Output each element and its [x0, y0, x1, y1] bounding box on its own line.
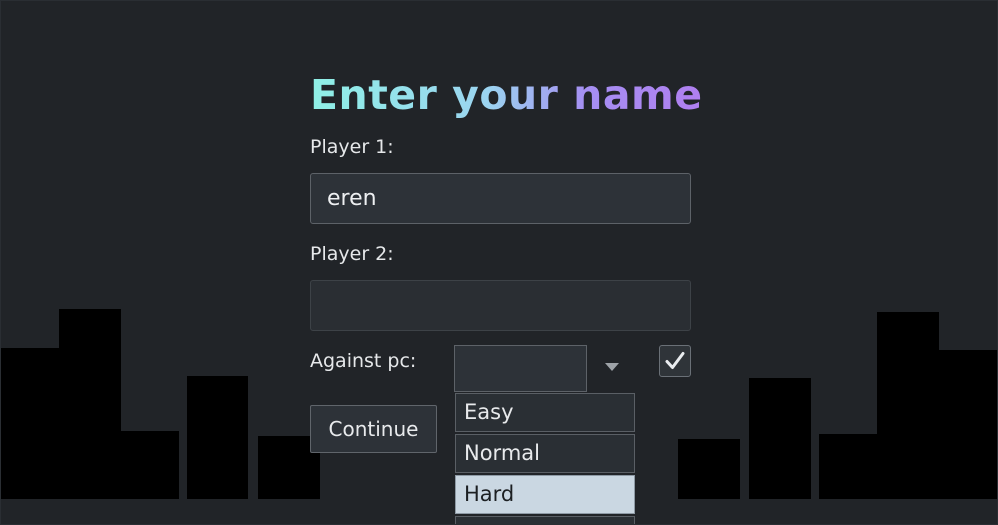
checkmark-icon: [665, 352, 685, 369]
game-window: Enter your name Player 1: Player 2: Agai…: [0, 0, 998, 525]
chevron-down-icon[interactable]: [605, 363, 619, 371]
difficulty-option-hard[interactable]: Hard: [455, 475, 635, 514]
continue-button[interactable]: Continue: [310, 405, 437, 453]
difficulty-option-overflow: [455, 516, 635, 524]
difficulty-option-normal[interactable]: Normal: [455, 434, 635, 473]
player1-name-input[interactable]: [310, 173, 691, 224]
difficulty-select[interactable]: [454, 345, 587, 392]
player1-label: Player 1:: [310, 136, 394, 158]
player2-name-input[interactable]: [310, 280, 691, 331]
difficulty-dropdown-list: Easy Normal Hard: [455, 393, 635, 524]
against-pc-checkbox[interactable]: [659, 345, 691, 377]
against-pc-label: Against pc:: [310, 350, 417, 372]
player2-label: Player 2:: [310, 243, 394, 265]
page-title: Enter your name: [310, 67, 703, 123]
difficulty-option-easy[interactable]: Easy: [455, 393, 635, 432]
